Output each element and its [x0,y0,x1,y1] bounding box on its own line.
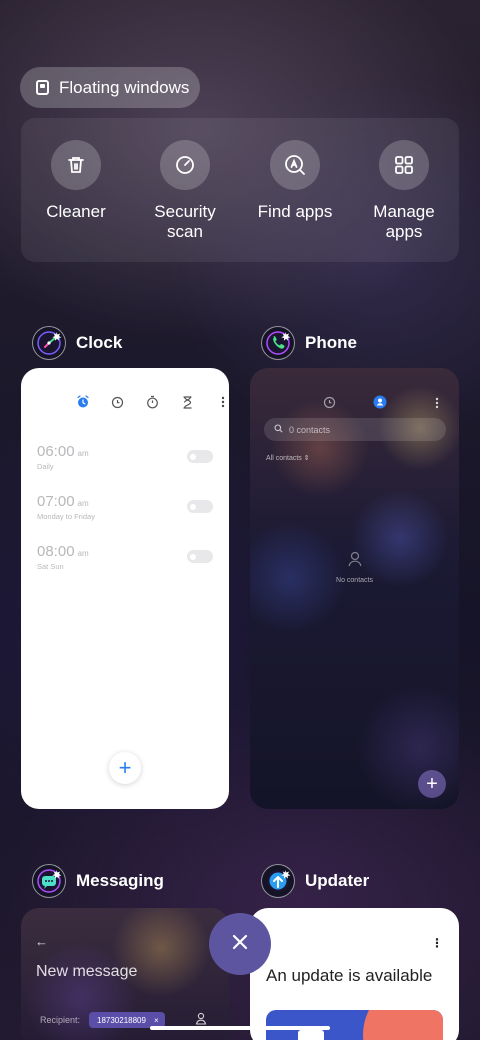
recipient-label: Recipient: [40,1015,81,1025]
contacts-filter[interactable]: All contacts ⇕ [266,454,310,462]
add-contact-button[interactable]: + [418,770,446,798]
security-scan-icon [160,140,210,190]
trash-icon [51,140,101,190]
grid-icon [379,140,429,190]
alarm-ampm: am [77,449,89,458]
clock-app-icon [32,326,66,360]
alarm-repeat: Daily [37,462,54,471]
find-apps-button[interactable]: Find apps [240,140,350,222]
alarm-item[interactable]: 08:00 am Sat Sun [37,543,89,571]
close-icon [231,933,249,956]
floating-window-icon [36,80,49,95]
phone-app-preview[interactable]: 0 contacts All contacts ⇕ No contacts + [250,368,459,809]
recipient-number: 18730218809 [97,1015,146,1025]
clock-tabs [65,394,229,410]
person-icon [346,550,364,573]
update-available-title: An update is available [266,966,433,985]
updater-app-name: Updater [305,871,370,890]
cleaner-label: Cleaner [46,202,106,221]
messaging-app-icon [32,864,66,898]
alarm-ampm: am [77,549,89,558]
contacts-search-input[interactable]: 0 contacts [264,418,446,441]
alarm-toggle[interactable] [187,450,213,463]
alarm-repeat: Sat Sun [37,562,64,571]
new-message-title: New message [36,963,138,980]
clock-app-name: Clock [76,333,123,352]
phone-app-icon [261,326,295,360]
contacts-tab-icon[interactable] [373,395,387,414]
world-clock-tab-icon[interactable] [100,394,135,410]
phone-app-name: Phone [305,333,357,352]
back-arrow-icon[interactable]: ← [35,934,48,949]
alarm-item[interactable]: 07:00 am Monday to Friday [37,493,95,521]
alarm-toggle[interactable] [187,550,213,563]
contacts-filter-label: All contacts [266,455,302,462]
update-illustration [266,1010,443,1040]
stopwatch-tab-icon[interactable] [135,394,170,410]
contacts-search-placeholder: 0 contacts [289,424,331,435]
alarm-time: 08:00 [37,543,75,560]
updater-app-icon [261,864,295,898]
messaging-app-name: Messaging [76,871,164,890]
alarm-repeat: Monday to Friday [37,512,95,521]
timer-tab-icon[interactable] [170,394,205,410]
quick-tools-panel: Cleaner Security scan Find apps Manage a… [21,118,459,262]
find-apps-label: Find apps [257,202,333,221]
add-alarm-button[interactable]: + [109,752,141,784]
alarm-ampm: am [77,499,89,508]
floating-windows-button[interactable]: Floating windows [20,67,200,108]
manage-apps-button[interactable]: Manage apps [349,140,459,242]
updater-more-icon[interactable]: ⋮ [431,936,443,950]
sort-icon: ⇕ [303,455,310,462]
clock-more-icon[interactable] [205,394,229,410]
find-apps-icon [270,140,320,190]
clear-all-button[interactable] [209,913,271,975]
phone-app-header[interactable]: Phone [261,326,357,360]
floating-windows-label: Floating windows [59,77,190,97]
messaging-app-preview[interactable]: ← New message Recipient: 18730218809 × [21,908,229,1040]
alarm-tab-icon[interactable] [65,394,100,410]
cleaner-button[interactable]: Cleaner [21,140,131,222]
alarm-toggle[interactable] [187,500,213,513]
manage-apps-label: Manage apps [373,202,435,241]
contacts-empty-state: No contacts [250,550,459,584]
phone-more-icon[interactable] [435,396,439,414]
home-indicator[interactable] [150,1026,330,1030]
security-scan-button[interactable]: Security scan [130,140,240,242]
alarm-time: 06:00 [37,443,75,460]
clock-app-preview[interactable]: 06:00 am Daily 07:00 am Monday to Friday 0… [21,368,229,809]
search-icon [274,424,283,435]
recents-tab-icon[interactable] [323,396,336,414]
messaging-app-header[interactable]: Messaging [32,864,164,898]
alarm-time: 07:00 [37,493,75,510]
clock-app-header[interactable]: Clock [32,326,122,360]
security-scan-label: Security scan [154,202,216,241]
chip-close-icon[interactable]: × [154,1016,159,1025]
updater-app-header[interactable]: Updater [261,864,369,898]
updater-app-preview[interactable]: ⋮ An update is available [250,908,459,1040]
alarm-item[interactable]: 06:00 am Daily [37,443,89,471]
no-contacts-label: No contacts [336,577,373,584]
